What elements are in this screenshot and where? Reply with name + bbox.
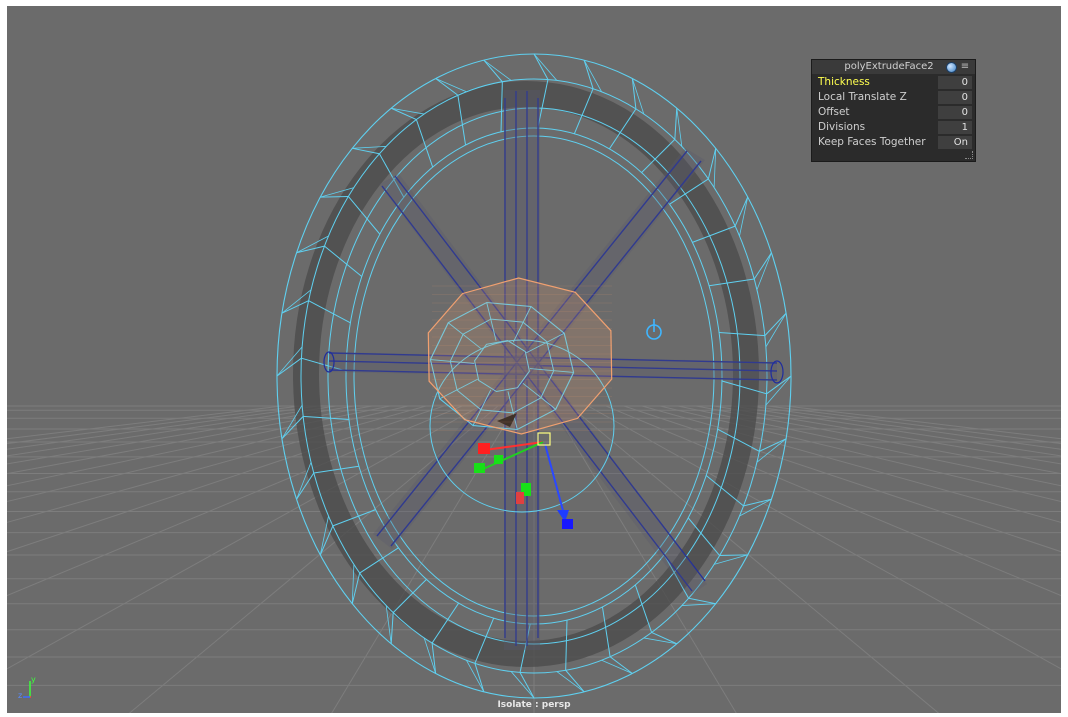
resize-grip-icon[interactable] — [965, 151, 973, 159]
rim-segment — [391, 107, 417, 121]
rim-segment — [320, 195, 349, 198]
isolate-label: Isolate : persp — [497, 700, 571, 710]
grid-line — [785, 405, 1061, 440]
attr-row-local-translate-z[interactable]: Local Translate Z 0 — [814, 90, 973, 105]
attr-label: Offset — [818, 106, 850, 118]
grid-line — [659, 405, 1061, 502]
rim-diagonal — [533, 53, 558, 81]
attr-value-field[interactable]: 0 — [938, 91, 972, 104]
grid-line — [7, 405, 283, 440]
rim-segment — [390, 612, 394, 644]
node-title: polyExtrudeFace2 — [844, 61, 934, 72]
rim-diagonal — [483, 59, 512, 81]
rim-segment — [651, 631, 677, 645]
rim-diagonal — [676, 108, 683, 147]
manip-x-handle[interactable] — [478, 443, 490, 454]
attr-value-field[interactable]: 0 — [938, 76, 972, 89]
attr-row-offset[interactable]: Offset 0 — [814, 105, 973, 120]
hub-selected-outline — [427, 277, 613, 435]
grid-line — [7, 405, 337, 457]
attr-label: Thickness — [818, 76, 870, 88]
manip-y-handle[interactable] — [474, 463, 485, 473]
attr-value-field[interactable]: 1 — [938, 121, 972, 134]
rim-diagonal — [510, 671, 535, 699]
rim-diagonal — [765, 312, 787, 348]
axis-y-label: y — [31, 675, 36, 684]
rim-segment — [565, 669, 585, 693]
manip-z-handle[interactable] — [562, 519, 573, 529]
grid-line — [713, 405, 1061, 465]
pivot-icon[interactable] — [646, 319, 662, 340]
rim-segment — [319, 525, 334, 556]
rim-segment — [483, 59, 503, 83]
rim-segment — [688, 597, 716, 605]
rim-segment — [764, 312, 787, 336]
attr-value-field[interactable]: 0 — [938, 106, 972, 119]
grid-line — [695, 405, 1061, 475]
grid-line — [7, 405, 391, 487]
rim-diagonal — [739, 197, 749, 237]
grid-line — [767, 405, 1061, 445]
grid-line — [7, 405, 301, 445]
rim-segment — [719, 554, 748, 557]
selected-faces-highlight — [427, 277, 613, 435]
rim-diagonal — [556, 671, 585, 693]
perspective-viewport[interactable]: polyExtrudeFace2 ≡ Thickness 0 Local Trans… — [7, 6, 1061, 713]
rim-diagonal — [319, 515, 329, 555]
grid-line — [749, 405, 1061, 450]
rim-segment — [734, 196, 749, 227]
rim-segment — [565, 620, 568, 671]
attr-label: Keep Faces Together — [818, 136, 926, 148]
attr-value-field[interactable]: On — [938, 136, 972, 149]
menu-icon[interactable]: ≡ — [960, 61, 970, 73]
attr-label: Divisions — [818, 121, 866, 133]
manip-x-handle-2[interactable] — [516, 492, 524, 504]
maya-window: polyExtrudeFace2 ≡ Thickness 0 Local Trans… — [0, 0, 1068, 717]
attr-row-thickness[interactable]: Thickness 0 — [814, 75, 973, 90]
in-view-editor[interactable]: polyExtrudeFace2 ≡ Thickness 0 Local Trans… — [811, 59, 976, 162]
grid-line — [7, 405, 319, 450]
attr-row-divisions[interactable]: Divisions 1 — [814, 120, 973, 135]
rim-segment — [674, 108, 678, 140]
manip-y-plane-handle[interactable] — [494, 455, 503, 464]
rim-segment — [533, 53, 549, 80]
attr-row-keep-faces-together[interactable]: Keep Faces Together On — [814, 135, 973, 150]
grid-line — [731, 405, 1061, 457]
rim-diagonal — [643, 637, 677, 645]
rim-diagonal — [391, 107, 425, 115]
attr-label: Local Translate Z — [818, 91, 907, 103]
globe-icon[interactable] — [946, 62, 957, 73]
grid-line — [7, 405, 445, 553]
